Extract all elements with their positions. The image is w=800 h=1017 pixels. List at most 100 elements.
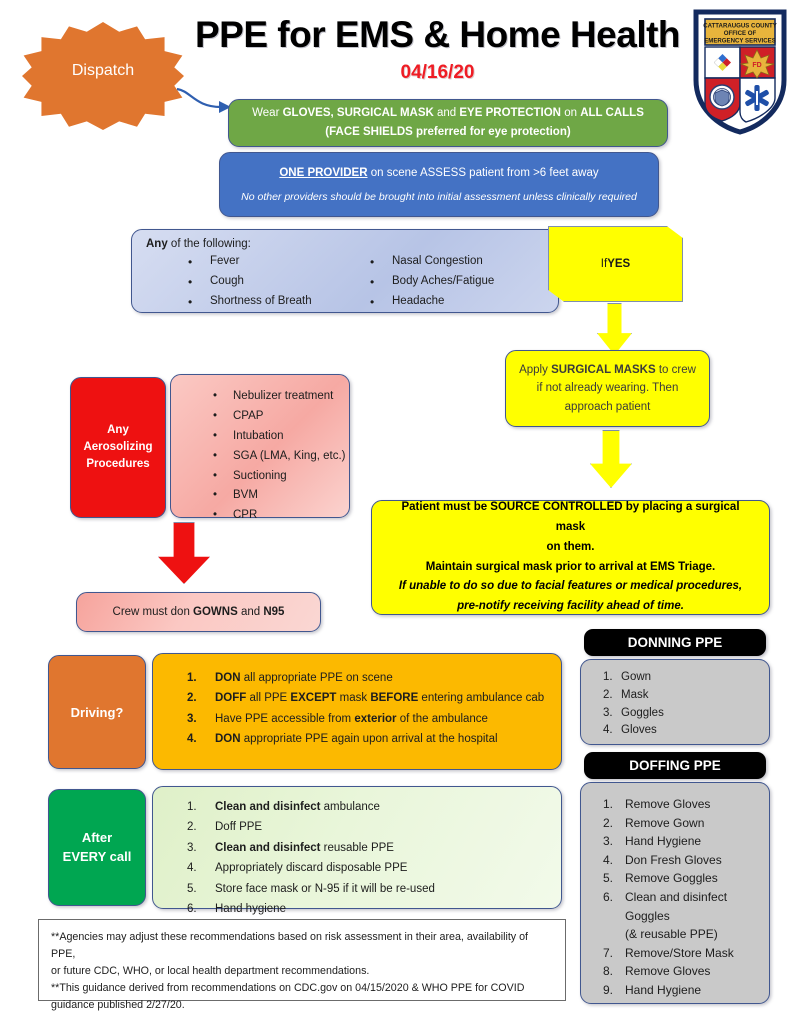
after-every-call-steps-list: 1. Clean and disinfect ambulance 2. Doff P… bbox=[152, 786, 562, 915]
step-part: DOFF bbox=[215, 692, 247, 705]
doffing-item: 4. Don Fresh Gloves bbox=[581, 851, 769, 870]
after-step: 1. Clean and disinfect ambulance bbox=[153, 797, 561, 817]
donning-item: 3. Goggles bbox=[581, 705, 769, 723]
donning-item: 2. Mask bbox=[581, 687, 769, 705]
item-number: 8. bbox=[603, 964, 614, 979]
aerosolizing-item: SGA (LMA, King, etc.) bbox=[171, 447, 349, 467]
doffing-item-continuation: (& reusable PPE) bbox=[625, 927, 718, 942]
down-arrow-icon bbox=[590, 430, 632, 488]
down-arrow-icon bbox=[158, 522, 210, 584]
symptoms-heading-bold: Any bbox=[146, 238, 168, 250]
step-part: exterior bbox=[354, 712, 397, 725]
item-text: Mask bbox=[621, 688, 649, 701]
step-number: 2. bbox=[187, 692, 197, 705]
one-provider-rest: on scene ASSESS patient from >6 feet awa… bbox=[367, 166, 599, 179]
page-date: 04/16/20 bbox=[400, 62, 475, 83]
item-number: 4. bbox=[603, 724, 613, 737]
doffing-item: 9. Hand Hygiene bbox=[581, 981, 769, 1000]
driving-step: 3. Have PPE accessible from exterior of t… bbox=[153, 709, 561, 729]
symptom-item: Body Aches/Fatigue bbox=[370, 272, 526, 292]
after-label-text: After EVERY call bbox=[63, 829, 132, 867]
step-part: Have PPE accessible from bbox=[215, 712, 355, 725]
apply-masks-l2: if not already wearing. Then bbox=[536, 382, 679, 395]
footer-line1: **Agencies may adjust these recommendati… bbox=[51, 931, 529, 960]
after-step: 3. Clean and disinfect reusable PPE bbox=[153, 838, 561, 858]
item-text: Remove/Store Mask bbox=[625, 945, 734, 960]
source-l5: pre-notify receiving facility ahead of t… bbox=[457, 600, 684, 613]
source-control-box: Patient must be SOURCE CONTROLLED by pla… bbox=[371, 500, 770, 615]
aerosolizing-item: CPAP bbox=[171, 407, 349, 427]
if-yes-decision-shape: If YES bbox=[548, 226, 683, 302]
item-number: 3. bbox=[603, 706, 613, 719]
step-part: BEFORE bbox=[370, 692, 419, 705]
donning-item: 1. Gown bbox=[581, 669, 769, 687]
aerosolizing-item: CPR bbox=[171, 506, 349, 526]
step-part: all PPE bbox=[246, 692, 291, 705]
aerosolizing-label-text: Any Aerosolizing Procedures bbox=[83, 422, 152, 474]
source-l4: If unable to do so due to facial feature… bbox=[398, 580, 743, 593]
step-number: 1. bbox=[187, 801, 197, 813]
all-calls-l1a: Wear bbox=[252, 107, 283, 120]
one-provider-line2: No other providers should be brought int… bbox=[241, 190, 637, 203]
symptom-item: Cough bbox=[188, 272, 336, 292]
driving-step: 2. DOFF all PPE EXCEPT mask BEFORE enteri… bbox=[153, 688, 561, 708]
aerosolizing-procedures-list: Nebulizer treatment CPAP Intubation SGA … bbox=[170, 374, 350, 526]
all-calls-ppe-box: Wear GLOVES, SURGICAL MASK and EYE PROTE… bbox=[228, 99, 668, 147]
item-number: 6. bbox=[603, 889, 614, 904]
symptom-item: Headache bbox=[370, 292, 526, 312]
all-calls-l1f: ALL CALLS bbox=[580, 107, 644, 120]
item-text: Remove Gloves bbox=[625, 964, 711, 979]
item-number: 4. bbox=[603, 852, 614, 867]
step-part: Hand hygiene bbox=[215, 903, 286, 916]
down-arrow-icon bbox=[597, 303, 632, 355]
step-part: Clean and disinfect bbox=[215, 841, 321, 854]
homeland-security-seal-icon bbox=[709, 84, 735, 110]
after-l1: After bbox=[81, 829, 113, 845]
symptoms-heading: Any of the following: bbox=[146, 238, 558, 250]
step-part: EXCEPT bbox=[290, 692, 337, 705]
step-part: appropriate PPE again upon arrival at th… bbox=[240, 733, 498, 746]
step-number: 1. bbox=[187, 672, 197, 684]
apply-masks-l1c: to crew bbox=[655, 363, 696, 376]
source-l2: on them. bbox=[546, 540, 595, 553]
badge-line1: CATTARAUGUS COUNTY bbox=[703, 23, 777, 30]
aero-l2: Aerosolizing bbox=[83, 440, 153, 453]
step-part: Store face mask or N-95 if it will be re… bbox=[215, 882, 435, 895]
dispatch-label: Dispatch bbox=[71, 62, 135, 79]
symptom-item: Nasal Congestion bbox=[370, 252, 526, 272]
doffing-item: 6. Clean and disinfect bbox=[581, 888, 769, 907]
item-text: Gown bbox=[621, 671, 652, 683]
symptom-item: Fever bbox=[188, 252, 336, 272]
donning-item: 4. Gloves bbox=[581, 722, 769, 740]
after-step: 5. Store face mask or N-95 if it will be … bbox=[153, 879, 561, 899]
all-calls-l1c: and bbox=[433, 107, 460, 120]
svg-text:FD: FD bbox=[752, 62, 761, 69]
item-text: Hand Hygiene bbox=[625, 982, 702, 997]
aerosolizing-item: Intubation bbox=[171, 427, 349, 447]
footer-line4: guidance published 2/27/20. bbox=[51, 998, 185, 1011]
aerosolizing-item: Nebulizer treatment bbox=[171, 387, 349, 407]
after-l2: EVERY call bbox=[62, 848, 132, 864]
item-text: Remove Gown bbox=[625, 815, 705, 830]
item-number: 2. bbox=[603, 815, 614, 830]
apply-masks-l1a: Apply bbox=[519, 363, 552, 376]
item-number: 5. bbox=[603, 871, 614, 886]
one-provider-box: ONE PROVIDER on scene ASSESS patient fro… bbox=[219, 152, 659, 217]
all-calls-l2: (FACE SHIELDS preferred for eye protecti… bbox=[325, 126, 571, 138]
step-part: Doff PPE bbox=[215, 821, 263, 834]
footer-disclaimer-note: **Agencies may adjust these recommendati… bbox=[38, 919, 566, 1011]
step-number: 3. bbox=[187, 841, 197, 854]
doffing-item-continuation: Goggles bbox=[625, 908, 670, 923]
badge-line3: EMERGENCY SERVICES bbox=[704, 38, 776, 45]
symptoms-column-left: Fever Cough Shortness of Breath bbox=[146, 252, 336, 312]
item-number: 1. bbox=[603, 671, 613, 683]
all-calls-l1e: on bbox=[561, 107, 581, 120]
doffing-item: 7. Remove/Store Mask bbox=[581, 944, 769, 963]
after-every-call-label: After EVERY call bbox=[48, 789, 146, 906]
step-part: Appropriately discard disposable PPE bbox=[215, 862, 408, 875]
item-text: Remove Gloves bbox=[625, 797, 711, 811]
step-part: mask bbox=[336, 692, 371, 705]
footer-line2: or future CDC, WHO, or local health depa… bbox=[51, 964, 370, 977]
step-part: Clean and disinfect bbox=[215, 801, 321, 813]
if-yes-bold: YES bbox=[607, 258, 631, 270]
